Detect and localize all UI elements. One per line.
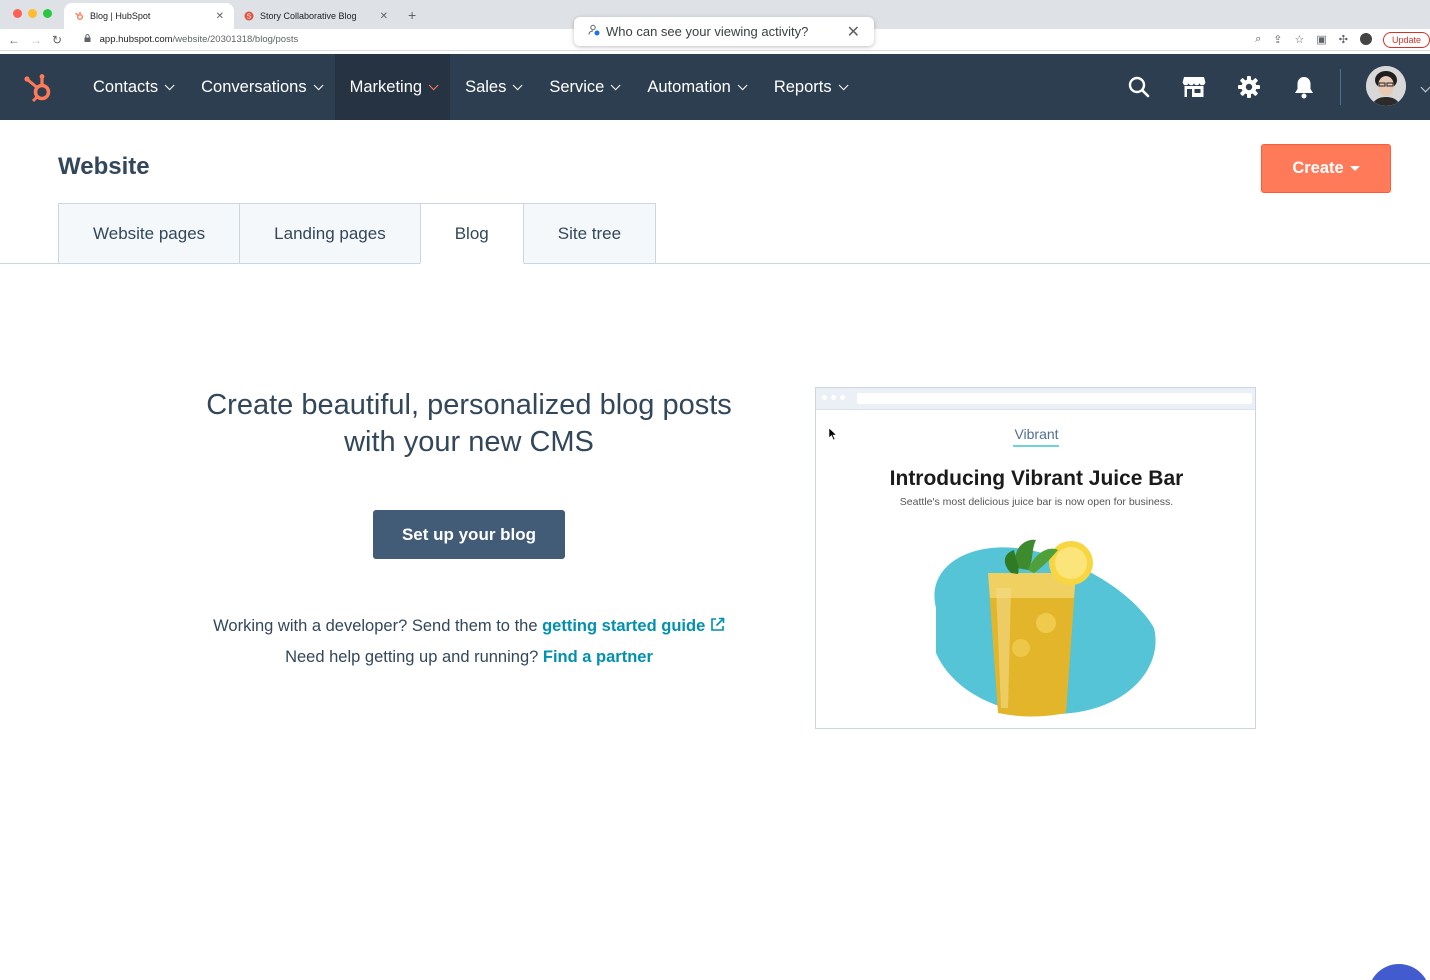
new-tab-icon[interactable]: + bbox=[408, 7, 416, 23]
window-controls bbox=[13, 9, 52, 18]
viewing-activity-popup: Who can see your viewing activity? ✕ bbox=[574, 17, 874, 46]
chevron-down-icon bbox=[164, 79, 175, 90]
browser-tab-title: Story Collaborative Blog bbox=[260, 11, 357, 21]
extension-icon[interactable]: ▣ bbox=[1316, 33, 1326, 46]
url-host: app.hubspot.com bbox=[99, 34, 173, 45]
tab-blog[interactable]: Blog bbox=[419, 203, 524, 264]
caret-down-icon bbox=[1349, 166, 1360, 171]
blog-preview-illustration: Vibrant Introducing Vibrant Juice Bar Se… bbox=[815, 387, 1256, 729]
nav-label: Automation bbox=[647, 77, 731, 96]
empty-state-headline: Create beautiful, personalized blog post… bbox=[190, 387, 748, 461]
set-up-blog-button[interactable]: Set up your blog bbox=[373, 510, 565, 559]
close-tab-icon[interactable]: ✕ bbox=[380, 11, 388, 22]
developer-help-text: Working with a developer? Send them to t… bbox=[213, 617, 543, 635]
hubspot-favicon-icon bbox=[74, 11, 84, 21]
maximize-window-button[interactable] bbox=[43, 9, 52, 18]
bookmark-star-icon[interactable]: ☆ bbox=[1295, 33, 1305, 46]
browser-toolbar-icons: ⌕ ⇪ ☆ ▣ ✣ bbox=[1255, 33, 1372, 46]
people-icon bbox=[588, 24, 600, 39]
developer-help-line: Working with a developer? Send them to t… bbox=[150, 611, 788, 642]
lock-icon bbox=[84, 34, 94, 45]
forward-icon[interactable]: → bbox=[30, 33, 42, 47]
help-text: Working with a developer? Send them to t… bbox=[150, 611, 788, 673]
chevron-down-icon bbox=[513, 79, 523, 90]
preview-subtitle: Seattle's most delicious juice bar is no… bbox=[899, 496, 1174, 508]
nav-divider bbox=[1340, 69, 1341, 105]
back-icon[interactable]: ← bbox=[8, 33, 20, 47]
tab-website-pages[interactable]: Website pages bbox=[58, 203, 241, 264]
preview-brand: Vibrant bbox=[1014, 426, 1059, 442]
nav-automation[interactable]: Automation bbox=[632, 54, 758, 120]
close-window-button[interactable] bbox=[13, 9, 22, 18]
share-icon[interactable]: ⇪ bbox=[1273, 33, 1282, 46]
nav-marketing[interactable]: Marketing bbox=[334, 54, 451, 120]
preview-window-dots bbox=[822, 395, 845, 400]
chevron-down-icon bbox=[313, 79, 324, 90]
reload-icon[interactable]: ↻ bbox=[52, 33, 62, 47]
marketplace-icon[interactable] bbox=[1180, 73, 1208, 101]
external-link-icon[interactable] bbox=[710, 617, 725, 635]
main-nav-menu: Contacts Conversations Marketing Sales S… bbox=[78, 54, 860, 120]
nav-contacts[interactable]: Contacts bbox=[78, 54, 186, 120]
browser-nav-buttons: ← → ↻ bbox=[8, 33, 62, 47]
mouse-cursor-icon bbox=[829, 428, 837, 440]
puzzle-icon[interactable]: ✣ bbox=[1339, 33, 1348, 46]
partner-help-text: Need help getting up and running? bbox=[285, 648, 543, 666]
create-button[interactable]: Create bbox=[1261, 144, 1391, 193]
nav-label: Service bbox=[549, 77, 605, 96]
nav-label: Marketing bbox=[349, 77, 423, 96]
nav-label: Reports bbox=[773, 77, 832, 96]
chevron-down-icon bbox=[838, 79, 849, 90]
nav-conversations[interactable]: Conversations bbox=[186, 54, 334, 120]
chat-launcher-button[interactable] bbox=[1368, 964, 1430, 980]
nav-label: Sales bbox=[465, 77, 507, 96]
preview-brand-underline bbox=[1013, 445, 1059, 447]
popup-text: Who can see your viewing activity? bbox=[606, 24, 809, 39]
browser-tab-title: Blog | HubSpot bbox=[90, 11, 151, 21]
minimize-window-button[interactable] bbox=[28, 9, 37, 18]
zoom-icon[interactable]: ⌕ bbox=[1255, 33, 1261, 46]
chevron-down-icon bbox=[428, 79, 439, 90]
site-favicon-icon: S bbox=[244, 11, 254, 21]
browser-update-button[interactable]: Update bbox=[1382, 32, 1430, 48]
search-icon[interactable] bbox=[1125, 73, 1153, 101]
partner-help-line: Need help getting up and running? Find a… bbox=[150, 642, 788, 673]
svg-text:S: S bbox=[247, 14, 252, 21]
url-path: /website/20301318/blog/posts bbox=[172, 34, 299, 45]
chevron-down-icon bbox=[737, 79, 748, 90]
user-avatar[interactable] bbox=[1366, 66, 1406, 106]
preview-url-bar bbox=[857, 393, 1252, 404]
find-a-partner-link[interactable]: Find a partner bbox=[543, 648, 653, 666]
nav-label: Conversations bbox=[201, 77, 307, 96]
url-field[interactable]: app.hubspot.com/website/20301318/blog/po… bbox=[84, 34, 298, 45]
chevron-down-icon bbox=[611, 79, 621, 90]
close-popup-icon[interactable]: ✕ bbox=[847, 22, 860, 42]
browser-tab-blog[interactable]: Blog | HubSpot ✕ bbox=[64, 3, 234, 29]
headline-line-1: Create beautiful, personalized blog post… bbox=[206, 389, 732, 421]
browser-profile-icon[interactable] bbox=[1360, 33, 1372, 45]
headline-line-2: with your new CMS bbox=[344, 426, 594, 458]
create-button-label: Create bbox=[1292, 159, 1344, 177]
browser-tab-story[interactable]: S Story Collaborative Blog ✕ bbox=[234, 3, 398, 29]
nav-sales[interactable]: Sales bbox=[450, 54, 534, 120]
getting-started-guide-link[interactable]: getting started guide bbox=[542, 617, 705, 635]
nav-service[interactable]: Service bbox=[534, 54, 632, 120]
settings-icon[interactable] bbox=[1235, 73, 1263, 101]
tab-landing-pages[interactable]: Landing pages bbox=[239, 203, 421, 264]
page-title: Website bbox=[58, 153, 150, 180]
notifications-bell-icon[interactable] bbox=[1290, 73, 1318, 101]
tab-site-tree[interactable]: Site tree bbox=[522, 203, 657, 264]
nav-utility-icons bbox=[1125, 54, 1318, 120]
hubspot-top-nav: Contacts Conversations Marketing Sales S… bbox=[0, 54, 1430, 120]
hubspot-logo-icon[interactable] bbox=[22, 72, 56, 104]
nav-reports[interactable]: Reports bbox=[759, 54, 860, 120]
account-chevron-down-icon[interactable] bbox=[1420, 82, 1430, 93]
nav-label: Contacts bbox=[93, 77, 159, 96]
website-tabs: Website pages Landing pages Blog Site tr… bbox=[58, 203, 657, 264]
preview-browser-bar bbox=[816, 388, 1255, 410]
close-tab-icon[interactable]: ✕ bbox=[216, 11, 224, 22]
juice-glass-image bbox=[916, 528, 1156, 723]
preview-title: Introducing Vibrant Juice Bar bbox=[889, 467, 1184, 490]
